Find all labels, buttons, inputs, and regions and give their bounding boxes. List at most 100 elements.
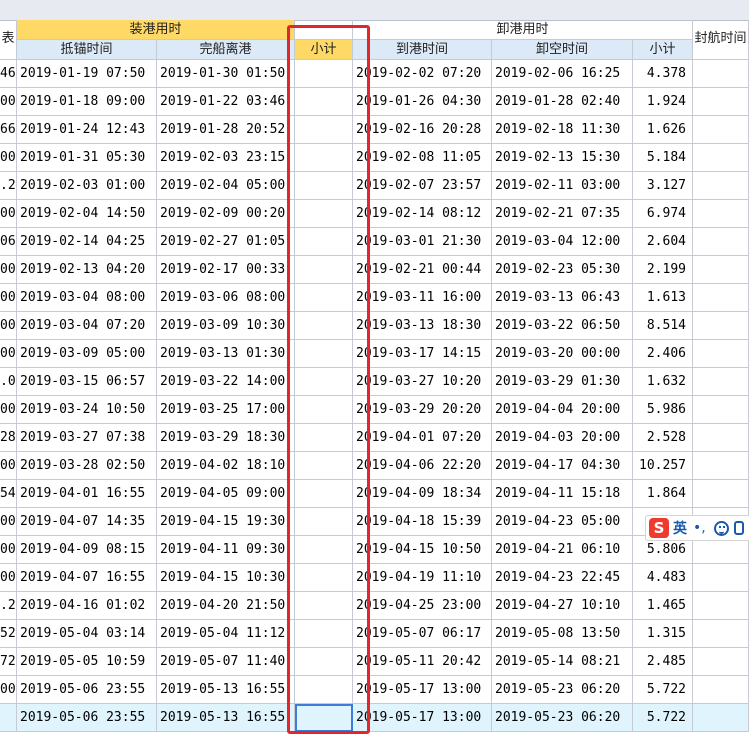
cell-unload-subtotal[interactable]: 5.722 [633, 676, 693, 704]
cell-prefix[interactable]: .0 [0, 368, 17, 396]
cell-unload-subtotal[interactable]: 2.604 [633, 228, 693, 256]
cell-unload-subtotal[interactable]: 5.986 [633, 396, 693, 424]
cell-load-subtotal[interactable] [295, 480, 353, 508]
cell-prefix[interactable]: 06 [0, 228, 17, 256]
cell-complete[interactable]: 2019-03-29 18:30 [157, 424, 295, 452]
cell-empty[interactable]: 2019-04-23 22:45 [492, 564, 633, 592]
cell-sealing[interactable] [693, 228, 749, 256]
header-sealing[interactable]: 封航时间 [693, 20, 749, 60]
cell-sealing[interactable] [693, 312, 749, 340]
cell-prefix[interactable]: 00 [0, 284, 17, 312]
cell-load-subtotal[interactable] [295, 312, 353, 340]
cell-prefix[interactable]: 00 [0, 340, 17, 368]
cell-complete[interactable]: 2019-02-17 00:33 [157, 256, 295, 284]
cell-unload-subtotal[interactable]: 1.465 [633, 592, 693, 620]
cell-load-subtotal[interactable] [295, 648, 353, 676]
cell-empty[interactable]: 2019-02-21 07:35 [492, 200, 633, 228]
cell-complete[interactable]: 2019-02-27 01:05 [157, 228, 295, 256]
cell-sealing[interactable] [693, 368, 749, 396]
cell-prefix[interactable]: 00 [0, 256, 17, 284]
cell-complete[interactable]: 2019-01-22 03:46 [157, 88, 295, 116]
cell-sealing[interactable] [693, 704, 749, 732]
cell-prefix[interactable]: 00 [0, 536, 17, 564]
cell-sealing[interactable] [693, 480, 749, 508]
cell-prefix[interactable]: 00 [0, 200, 17, 228]
cell-unload-subtotal[interactable]: 2.485 [633, 648, 693, 676]
punctuation-icon[interactable]: •, [693, 520, 706, 536]
cell-arrive[interactable]: 2019-03-01 21:30 [353, 228, 492, 256]
cell-load-subtotal[interactable] [295, 704, 353, 732]
cell-anchor[interactable]: 2019-02-03 01:00 [17, 172, 157, 200]
cell-load-subtotal[interactable] [295, 508, 353, 536]
cell-arrive[interactable]: 2019-02-21 00:44 [353, 256, 492, 284]
cell-anchor[interactable]: 2019-05-06 23:55 [17, 704, 157, 732]
cell-load-subtotal[interactable] [295, 536, 353, 564]
cell-empty[interactable]: 2019-02-06 16:25 [492, 60, 633, 88]
cell-anchor[interactable]: 2019-03-09 05:00 [17, 340, 157, 368]
cell-sealing[interactable] [693, 396, 749, 424]
cell-load-subtotal[interactable] [295, 284, 353, 312]
cell-load-subtotal[interactable] [295, 88, 353, 116]
cell-load-subtotal[interactable] [295, 116, 353, 144]
cell-anchor[interactable]: 2019-01-31 05:30 [17, 144, 157, 172]
cell-load-subtotal[interactable] [295, 228, 353, 256]
header-prefix-fragment[interactable]: 表 [0, 20, 17, 60]
cell-empty[interactable]: 2019-02-18 11:30 [492, 116, 633, 144]
cell-empty[interactable]: 2019-04-21 06:10 [492, 536, 633, 564]
cell-sealing[interactable] [693, 284, 749, 312]
cell-load-subtotal[interactable] [295, 424, 353, 452]
cell-arrive[interactable]: 2019-03-27 10:20 [353, 368, 492, 396]
cell-prefix[interactable]: 52 [0, 620, 17, 648]
ime-toolbar[interactable]: S 英 •, [645, 515, 749, 541]
cell-complete[interactable]: 2019-04-02 18:10 [157, 452, 295, 480]
cell-sealing[interactable] [693, 592, 749, 620]
header-loading-group[interactable]: 装港用时 [17, 20, 295, 40]
cell-arrive[interactable]: 2019-02-02 07:20 [353, 60, 492, 88]
cell-load-subtotal[interactable] [295, 256, 353, 284]
cell-unload-subtotal[interactable]: 1.613 [633, 284, 693, 312]
cell-anchor[interactable]: 2019-03-24 10:50 [17, 396, 157, 424]
cell-empty[interactable]: 2019-03-29 01:30 [492, 368, 633, 396]
cell-sealing[interactable] [693, 116, 749, 144]
cell-unload-subtotal[interactable]: 6.974 [633, 200, 693, 228]
cell-prefix[interactable] [0, 704, 17, 732]
cell-arrive[interactable]: 2019-03-17 14:15 [353, 340, 492, 368]
cell-complete[interactable]: 2019-02-04 05:00 [157, 172, 295, 200]
cell-anchor[interactable]: 2019-01-18 09:00 [17, 88, 157, 116]
cell-empty[interactable]: 2019-04-23 05:00 [492, 508, 633, 536]
cell-complete[interactable]: 2019-04-15 10:30 [157, 564, 295, 592]
cell-anchor[interactable]: 2019-02-13 04:20 [17, 256, 157, 284]
cell-complete[interactable]: 2019-04-15 19:30 [157, 508, 295, 536]
cell-complete[interactable]: 2019-02-09 00:20 [157, 200, 295, 228]
cell-sealing[interactable] [693, 648, 749, 676]
cell-unload-subtotal[interactable]: 2.199 [633, 256, 693, 284]
cell-load-subtotal[interactable] [295, 676, 353, 704]
cell-anchor[interactable]: 2019-03-04 07:20 [17, 312, 157, 340]
cell-load-subtotal[interactable] [295, 340, 353, 368]
cell-unload-subtotal[interactable]: 1.924 [633, 88, 693, 116]
ime-more-icon[interactable] [733, 521, 744, 535]
cell-arrive[interactable]: 2019-04-06 22:20 [353, 452, 492, 480]
cell-unload-subtotal[interactable]: 1.632 [633, 368, 693, 396]
cell-unload-subtotal[interactable]: 2.406 [633, 340, 693, 368]
cell-empty[interactable]: 2019-03-22 06:50 [492, 312, 633, 340]
cell-anchor[interactable]: 2019-03-27 07:38 [17, 424, 157, 452]
cell-empty[interactable]: 2019-05-08 13:50 [492, 620, 633, 648]
cell-complete[interactable]: 2019-04-11 09:30 [157, 536, 295, 564]
cell-prefix[interactable]: 00 [0, 452, 17, 480]
cell-anchor[interactable]: 2019-04-16 01:02 [17, 592, 157, 620]
cell-anchor[interactable]: 2019-03-15 06:57 [17, 368, 157, 396]
cell-arrive[interactable]: 2019-03-29 20:20 [353, 396, 492, 424]
cell-arrive[interactable]: 2019-02-14 08:12 [353, 200, 492, 228]
cell-load-subtotal[interactable] [295, 620, 353, 648]
cell-prefix[interactable]: .2 [0, 592, 17, 620]
header-unloading-subtotal[interactable]: 小计 [633, 40, 693, 60]
cell-complete[interactable]: 2019-01-30 01:50 [157, 60, 295, 88]
cell-sealing[interactable] [693, 676, 749, 704]
cell-sealing[interactable] [693, 172, 749, 200]
cell-empty[interactable]: 2019-02-11 03:00 [492, 172, 633, 200]
cell-unload-subtotal[interactable]: 8.514 [633, 312, 693, 340]
cell-prefix[interactable]: .2 [0, 172, 17, 200]
cell-prefix[interactable]: 00 [0, 312, 17, 340]
cell-arrive[interactable]: 2019-04-01 07:20 [353, 424, 492, 452]
